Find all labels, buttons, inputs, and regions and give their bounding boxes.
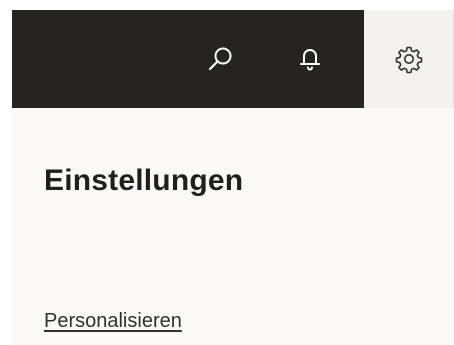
bell-icon xyxy=(298,45,322,73)
search-button[interactable] xyxy=(192,10,248,108)
top-bar xyxy=(12,10,454,108)
gear-icon xyxy=(394,44,424,74)
settings-button[interactable] xyxy=(364,10,454,108)
panel-title: Einstellungen xyxy=(44,164,244,197)
settings-panel: Einstellungen Personalisieren xyxy=(12,108,454,345)
search-icon xyxy=(206,45,234,73)
notifications-button[interactable] xyxy=(282,10,338,108)
personalize-link[interactable]: Personalisieren xyxy=(44,310,182,333)
app-frame: Einstellungen Personalisieren xyxy=(0,0,454,345)
